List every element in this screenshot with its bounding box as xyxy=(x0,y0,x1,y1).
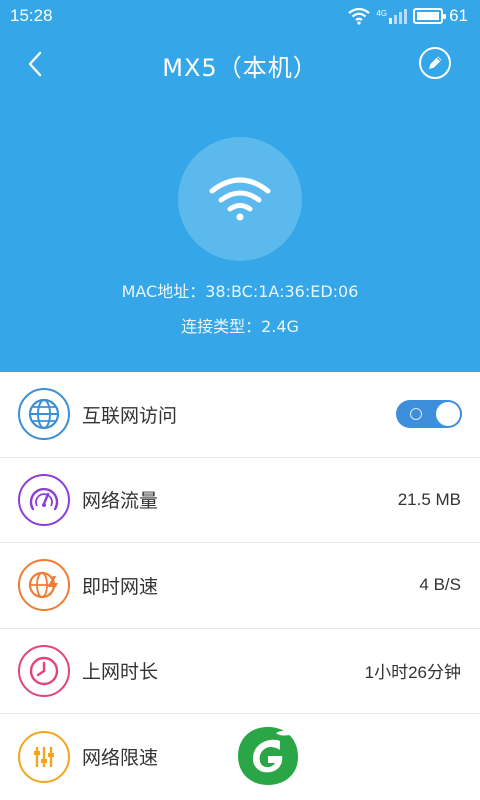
online-duration-label: 上网时长 xyxy=(82,661,159,684)
wifi-signal-icon xyxy=(348,7,371,25)
pencil-icon xyxy=(419,47,451,79)
mac-address: MAC地址：38:BC:1A:36:ED:06 xyxy=(121,282,359,301)
app-logo xyxy=(238,727,298,785)
edit-button[interactable] xyxy=(418,46,452,80)
network-traffic-value: 21.5 MB xyxy=(397,489,461,509)
online-duration-value: 1小时26分钟 xyxy=(364,663,461,683)
status-bar: 15:28 4G 61 xyxy=(0,0,480,32)
speed-limit-label: 网络限速 xyxy=(82,747,159,770)
status-icons: 4G 61 xyxy=(348,5,468,27)
globe-icon xyxy=(18,388,70,441)
realtime-speed-label: 即时网速 xyxy=(82,575,159,598)
internet-access-label: 互联网访问 xyxy=(82,404,178,427)
list-item-realtime-speed[interactable]: 即时网速 4 B/S xyxy=(0,543,480,629)
gauge-icon xyxy=(18,473,70,526)
wifi-avatar xyxy=(178,137,302,261)
list-item-network-traffic[interactable]: 网络流量 21.5 MB xyxy=(0,457,480,543)
sliders-icon xyxy=(18,730,70,783)
wifi-icon xyxy=(209,177,271,221)
status-time: 15:28 xyxy=(10,6,53,25)
network-traffic-label: 网络流量 xyxy=(82,490,159,513)
connection-type: 连接类型：2.4G xyxy=(181,317,299,336)
list-item-online-duration[interactable]: 上网时长 1小时26分钟 xyxy=(0,628,480,714)
clock-icon xyxy=(18,644,70,697)
battery-level: 61 xyxy=(449,6,468,25)
globe-bolt-icon xyxy=(18,559,70,612)
list-item-internet-access[interactable]: 互联网访问 xyxy=(0,372,480,458)
toggle-knob xyxy=(436,402,460,427)
realtime-speed-value: 4 B/S xyxy=(419,575,461,595)
internet-access-toggle[interactable] xyxy=(396,400,462,429)
page-title: MX5（本机） xyxy=(162,54,318,82)
cell-signal-icon: 4G xyxy=(376,8,408,24)
network-type: 4G xyxy=(376,8,388,18)
device-header: MX5（本机） MAC地址：38:BC:1A:36:ED:06 连接类型：2.4… xyxy=(0,32,480,372)
battery-icon xyxy=(413,8,447,24)
